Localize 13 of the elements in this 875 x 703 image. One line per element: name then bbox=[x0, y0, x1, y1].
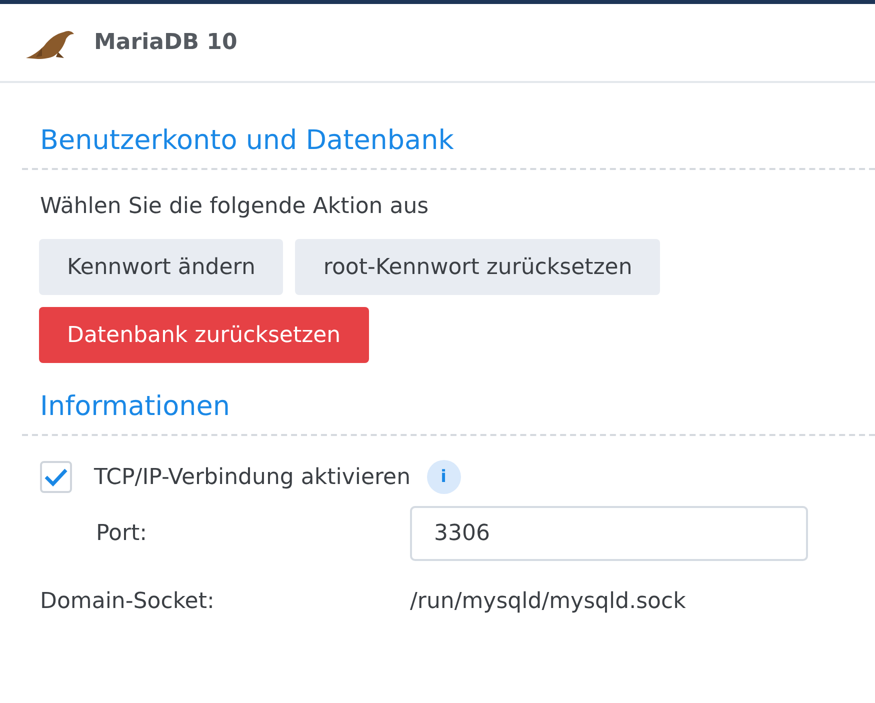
section-title: Informationen bbox=[39, 390, 232, 424]
action-button[interactable]: Kennwort ändern bbox=[39, 239, 284, 295]
checkbox[interactable] bbox=[40, 461, 72, 493]
section-title: Benutzerkonto und Datenbank bbox=[39, 124, 455, 158]
socket-label: Domain-Socket: bbox=[40, 589, 216, 614]
port-field[interactable]: 3306 bbox=[410, 506, 808, 561]
reset-database-button[interactable]: Datenbank zurücksetzen bbox=[39, 307, 369, 363]
app-title: MariaDB 10 bbox=[94, 30, 238, 55]
checkbox-label: TCP/IP-Verbindung aktivieren bbox=[94, 464, 411, 490]
instruction-text: Wählen Sie die folgende Aktion aus bbox=[39, 194, 430, 219]
socket-value: /run/mysqld/mysqld.sock bbox=[410, 589, 686, 614]
action-button[interactable]: root-Kennwort zurücksetzen bbox=[295, 239, 660, 295]
port-label: Port: bbox=[96, 521, 148, 546]
